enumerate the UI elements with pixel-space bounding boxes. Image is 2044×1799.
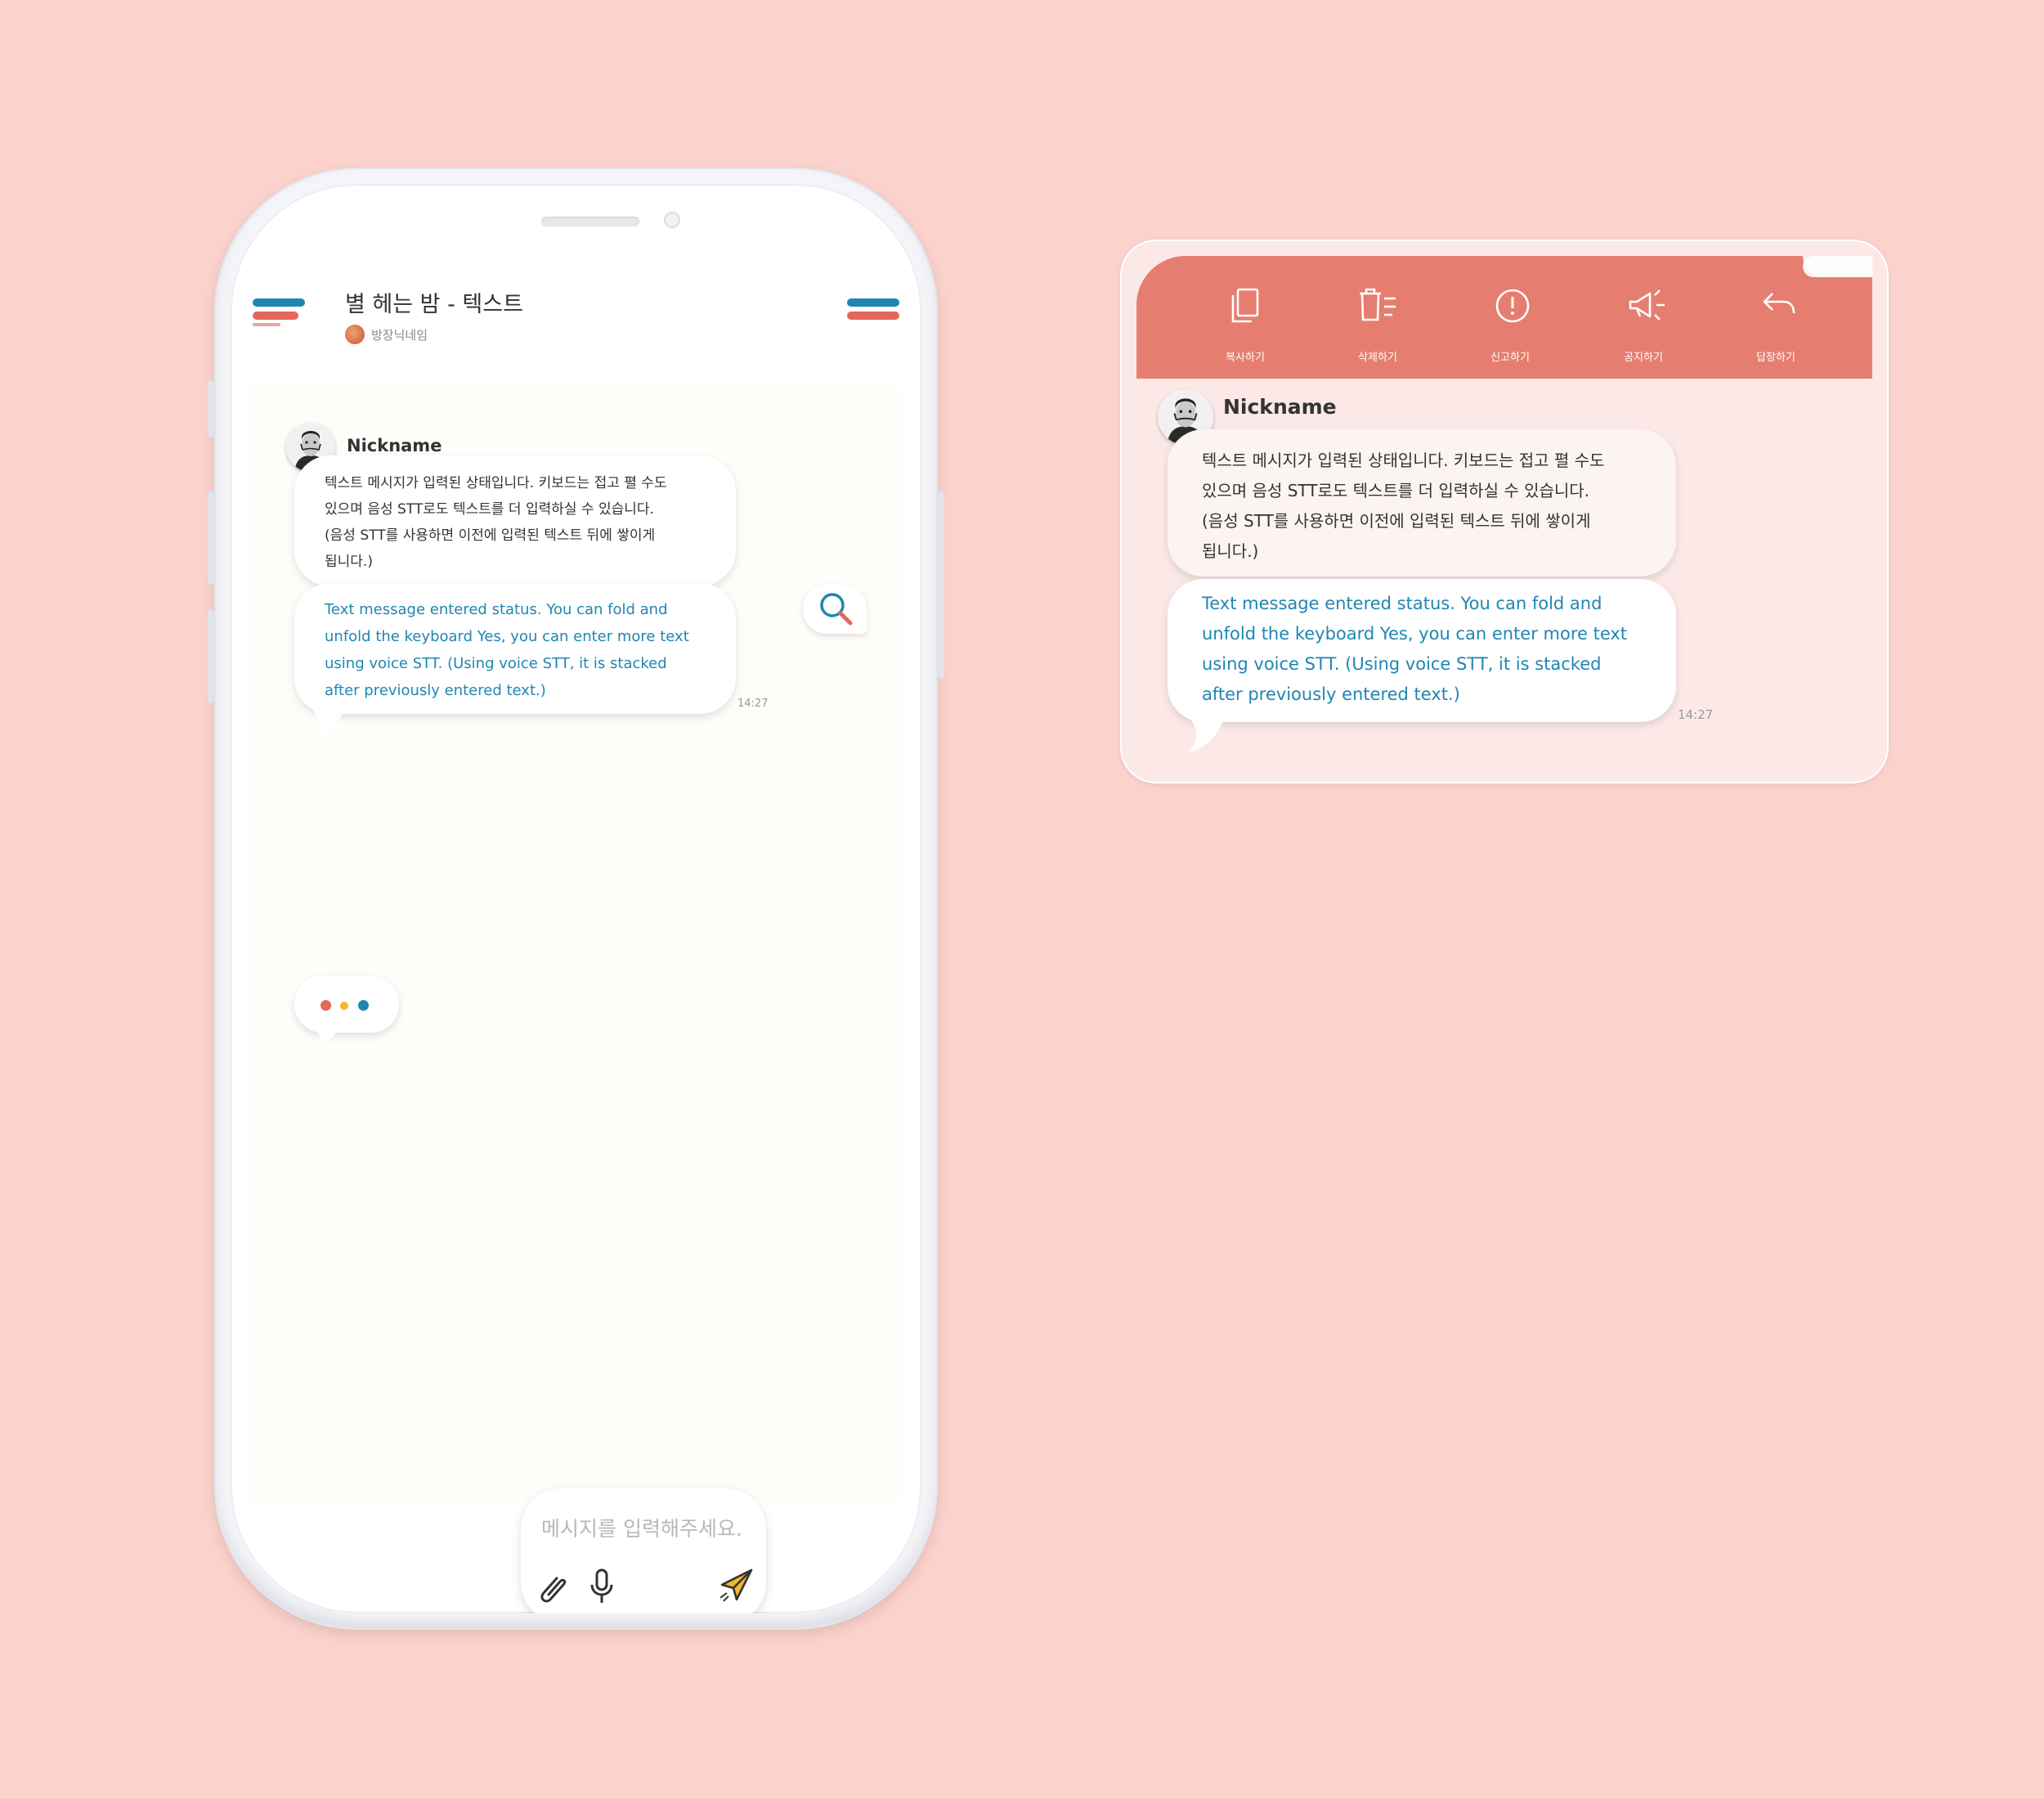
message-line: 있으며 음성 STT로도 텍스트를 더 입력하실 수 있습니다. — [325, 501, 654, 518]
message-action-panel: 복사하기 삭제하기 신고하기 공지하기 답장하기 Nickname 텍스트 메시… — [1120, 240, 1889, 783]
typing-dot — [358, 1000, 369, 1011]
message-input[interactable]: 메시지를 입력해주세요. — [521, 1488, 766, 1613]
copy-icon — [1231, 288, 1259, 323]
message-line: Text message entered status. You can fol… — [1202, 594, 1602, 613]
message-line: using voice STT. (Using voice STT, it is… — [325, 655, 667, 672]
message-input-placeholder: 메시지를 입력해주세요. — [541, 1517, 742, 1541]
mute-switch — [208, 380, 214, 437]
host-name: 방장닉네임 — [371, 327, 428, 343]
message-line: after previously entered text.) — [325, 682, 546, 699]
nickname: Nickname — [347, 436, 442, 455]
microphone-icon[interactable] — [588, 1568, 616, 1604]
paperclip-icon[interactable] — [539, 1570, 570, 1604]
delete-label: 삭제하기 — [1358, 352, 1397, 364]
message-time: 14:27 — [737, 698, 769, 710]
message-time: 14:27 — [1678, 707, 1714, 722]
message-line: (음성 STT를 사용하면 이전에 입력된 텍스트 뒤에 쌓이게 — [1202, 511, 1591, 531]
typing-dot — [320, 1000, 331, 1011]
side-menu-icon[interactable] — [840, 298, 901, 331]
delete-icon — [1360, 288, 1396, 321]
report-label: 신고하기 — [1490, 352, 1530, 364]
power-button — [938, 491, 944, 679]
volume-up-button — [208, 491, 214, 585]
announce-label: 공지하기 — [1624, 352, 1663, 364]
message-line: 텍스트 메시지가 입력된 상태입니다. 키보드는 접고 펼 수도 — [325, 475, 667, 491]
speaker-grille — [541, 217, 639, 227]
message-line: 됩니다.) — [1202, 541, 1259, 561]
nickname: Nickname — [1223, 395, 1337, 419]
message-line: unfold the keyboard Yes, you can enter m… — [1202, 624, 1628, 644]
front-camera — [664, 212, 680, 228]
report-icon — [1495, 289, 1530, 323]
report-button[interactable]: 신고하기 — [1461, 256, 1559, 379]
host-avatar — [345, 325, 365, 344]
message-line: (음성 STT를 사용하면 이전에 입력된 텍스트 뒤에 쌓이게 — [325, 527, 656, 544]
volume-down-button — [208, 609, 214, 703]
delete-button[interactable]: 삭제하기 — [1329, 256, 1427, 379]
typing-bubble-tail — [314, 1028, 338, 1046]
message-line: 텍스트 메시지가 입력된 상태입니다. 키보드는 접고 펼 수도 — [1202, 451, 1605, 470]
bubble-tail — [311, 707, 343, 742]
message-line: Text message entered status. You can fol… — [325, 601, 668, 618]
search-button[interactable] — [803, 585, 867, 634]
message-line: 됩니다.) — [325, 554, 373, 570]
typing-indicator — [294, 976, 399, 1033]
announce-button[interactable]: 공지하기 — [1594, 256, 1692, 379]
message-bubble-en[interactable]: Text message entered status. You can fol… — [1168, 579, 1676, 722]
message-bubble-kr[interactable]: 텍스트 메시지가 입력된 상태입니다. 키보드는 접고 펼 수도 있으며 음성 … — [294, 455, 736, 586]
message-line: after previously entered text.) — [1202, 684, 1460, 704]
typing-dot — [340, 1002, 348, 1010]
menu-icon[interactable] — [251, 298, 312, 331]
message-bubble-kr[interactable]: 텍스트 메시지가 입력된 상태입니다. 키보드는 접고 펼 수도 있으며 음성 … — [1168, 429, 1676, 576]
reply-icon — [1763, 293, 1795, 314]
copy-button[interactable]: 복사하기 — [1196, 256, 1294, 379]
reply-label: 답장하기 — [1756, 352, 1795, 364]
reply-button[interactable]: 답장하기 — [1727, 256, 1825, 379]
chat-area: Nickname 텍스트 메시지가 입력된 상태입니다. 키보드는 접고 펼 수… — [247, 388, 901, 1613]
message-line: 있으며 음성 STT로도 텍스트를 더 입력하실 수 있습니다. — [1202, 481, 1590, 500]
room-title: 별 헤는 밤 - 텍스트 — [345, 292, 523, 317]
message-line: using voice STT. (Using voice STT, it is… — [1202, 654, 1602, 674]
send-icon[interactable] — [717, 1567, 755, 1604]
message-action-toolbar: 복사하기 삭제하기 신고하기 공지하기 답장하기 — [1136, 256, 1872, 379]
host-info: 방장닉네임 — [345, 323, 428, 346]
message-line: unfold the keyboard Yes, you can enter m… — [325, 628, 689, 645]
message-bubble-en[interactable]: Text message entered status. You can fol… — [294, 583, 736, 714]
phone-mockup: 별 헤는 밤 - 텍스트 방장닉네임 Nickname 텍스트 메시지가 입력된… — [208, 168, 944, 1630]
search-icon — [820, 593, 853, 626]
announce-icon — [1629, 289, 1665, 321]
copy-label: 복사하기 — [1226, 352, 1265, 364]
bubble-tail — [1187, 716, 1225, 753]
phone-screen: 별 헤는 밤 - 텍스트 방장닉네임 Nickname 텍스트 메시지가 입력된… — [231, 184, 921, 1613]
